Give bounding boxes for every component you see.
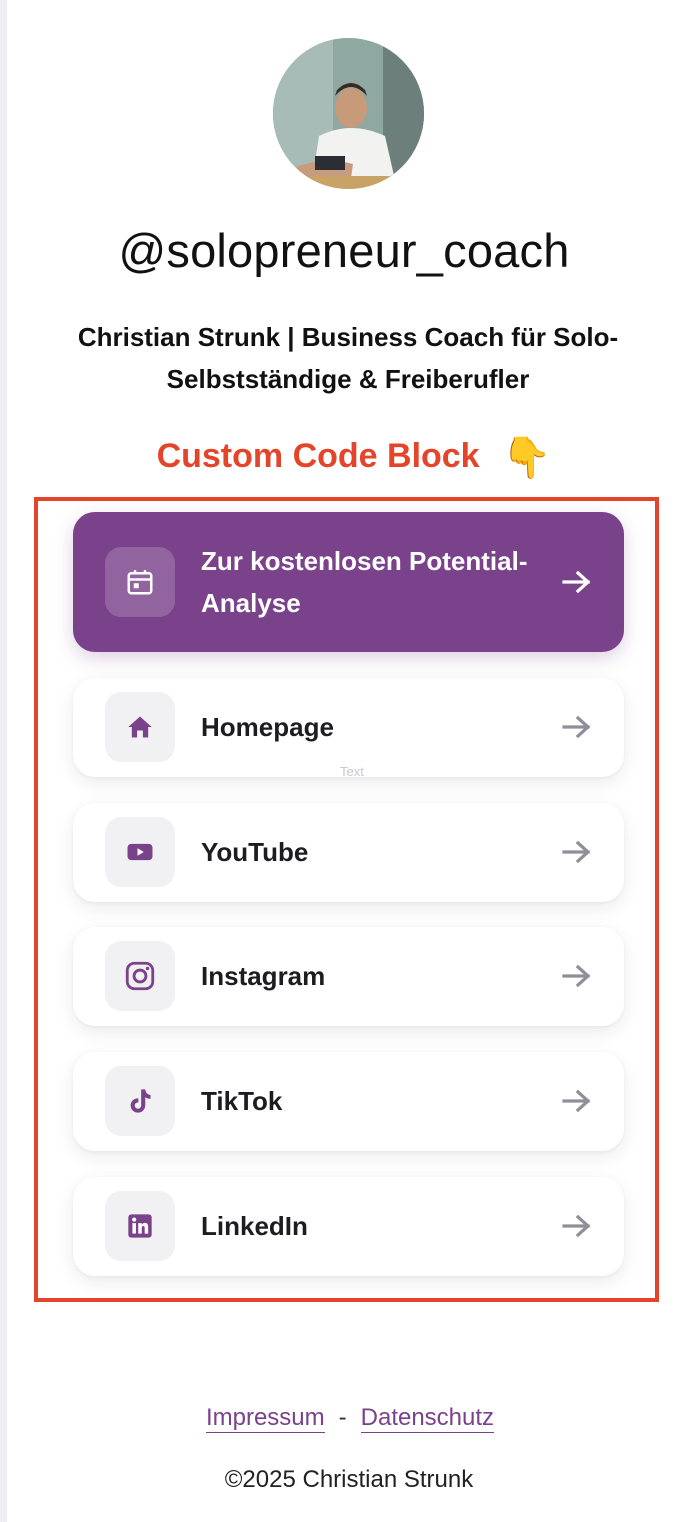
avatar-photo [273, 38, 424, 189]
tiktok-icon [130, 1089, 151, 1113]
link-icon-box [105, 817, 175, 887]
link-label: TikTok [201, 1086, 283, 1116]
link-label: Instagram [201, 961, 326, 991]
arrow-right-icon [562, 1089, 591, 1113]
link-label: YouTube [201, 837, 309, 867]
link-homepage[interactable]: Homepage [73, 678, 624, 777]
datenschutz-link[interactable]: Datenschutz [360, 1404, 495, 1433]
avatar [273, 38, 424, 189]
calendar-icon [127, 570, 153, 595]
arrow-right-icon [562, 715, 591, 739]
instagram-icon [125, 961, 155, 991]
arrow-right-icon [562, 570, 591, 594]
arrow-right-icon [562, 964, 591, 988]
youtube-icon [127, 843, 153, 861]
page: @solopreneur_coach Christian Strunk | Bu… [0, 0, 688, 1522]
home-icon [128, 716, 152, 738]
link-icon-box [105, 547, 175, 617]
link-label: LinkedIn [201, 1211, 308, 1241]
profile-bio: Christian Strunk | Business Coach für So… [77, 322, 619, 394]
copyright-text: ©2025 Christian Strunk [224, 1466, 474, 1493]
arrow-right-icon [562, 1214, 591, 1238]
footer-separator: - [338, 1404, 347, 1431]
link-icon-box [105, 941, 175, 1011]
pointing-down-emoji: 👇 [501, 436, 552, 480]
link-label: Zur kostenlosen Potential-Analyse [201, 546, 528, 618]
link-tiktok[interactable]: TikTok [73, 1052, 624, 1151]
link-instagram[interactable]: Instagram [73, 927, 624, 1026]
linkedin-icon [128, 1214, 152, 1238]
custom-code-label: Custom Code Block [156, 437, 480, 475]
profile-username: @solopreneur_coach [118, 224, 570, 277]
ghost-text-label: Text [340, 764, 364, 779]
link-potential-analyse[interactable]: Zur kostenlosen Potential-Analyse [73, 512, 624, 652]
custom-code-heading: Custom Code Block 👇 [0, 430, 688, 480]
impressum-link[interactable]: Impressum [205, 1404, 325, 1433]
arrow-right-icon [562, 840, 591, 864]
link-icon-box [105, 1066, 175, 1136]
footer-links: Impressum - Datenschutz [0, 1404, 688, 1433]
link-youtube[interactable]: YouTube [73, 803, 624, 902]
link-linkedin[interactable]: LinkedIn [73, 1177, 624, 1276]
link-label: Homepage [201, 712, 334, 742]
link-icon-box [105, 1191, 175, 1261]
link-icon-box [105, 692, 175, 762]
